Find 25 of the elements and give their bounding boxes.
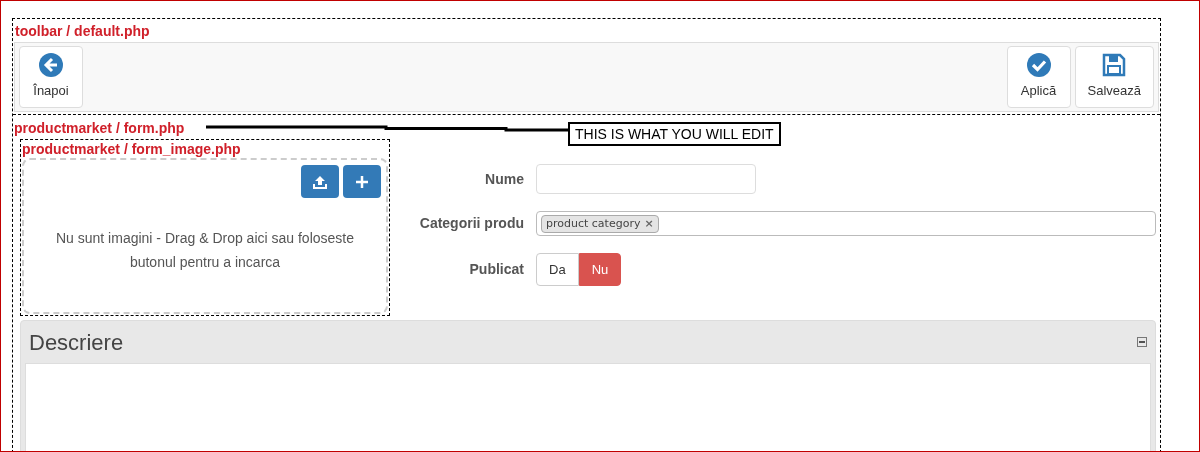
section-label: productmarket / form_image.php: [21, 140, 242, 158]
upload-button[interactable]: [301, 165, 339, 198]
category-tag: product category ×: [541, 214, 659, 233]
check-icon: [1026, 53, 1051, 78]
toggle-option[interactable]: Nu: [578, 253, 622, 286]
toolbar-button[interactable]: Înapoi: [19, 46, 83, 108]
image-dropzone[interactable]: Nu sunt imagini - Drag & Drop aici sau foloseste butonul pentru a incarca: [22, 158, 388, 314]
field-label: Nume: [484, 169, 524, 189]
upload-icon: [313, 174, 327, 189]
name-input[interactable]: [536, 164, 756, 194]
add-button[interactable]: [343, 165, 381, 198]
dropzone-message: Nu sunt imagini - Drag & Drop aici sau foloseste butonul pentru a incarca: [55, 229, 355, 272]
collapse-icon[interactable]: [1137, 337, 1147, 347]
remove-tag-button[interactable]: ×: [644, 215, 654, 232]
section-label: toolbar / default.php: [14, 22, 151, 41]
panel-title: Descriere: [29, 328, 124, 357]
category-select[interactable]: product category ×: [536, 211, 1156, 236]
toolbar-button[interactable]: Salvează: [1074, 46, 1154, 108]
section-label: productmarket / form.php: [13, 119, 185, 138]
plus-icon: [356, 175, 368, 188]
toggle-option[interactable]: Da: [536, 253, 579, 286]
field-label: Publicat: [468, 260, 524, 279]
callout-label: THIS IS WHAT YOU WILL EDIT: [568, 122, 781, 146]
field-label: Categorii produ: [418, 214, 524, 233]
toolbar-button[interactable]: Aplică: [1006, 46, 1071, 108]
